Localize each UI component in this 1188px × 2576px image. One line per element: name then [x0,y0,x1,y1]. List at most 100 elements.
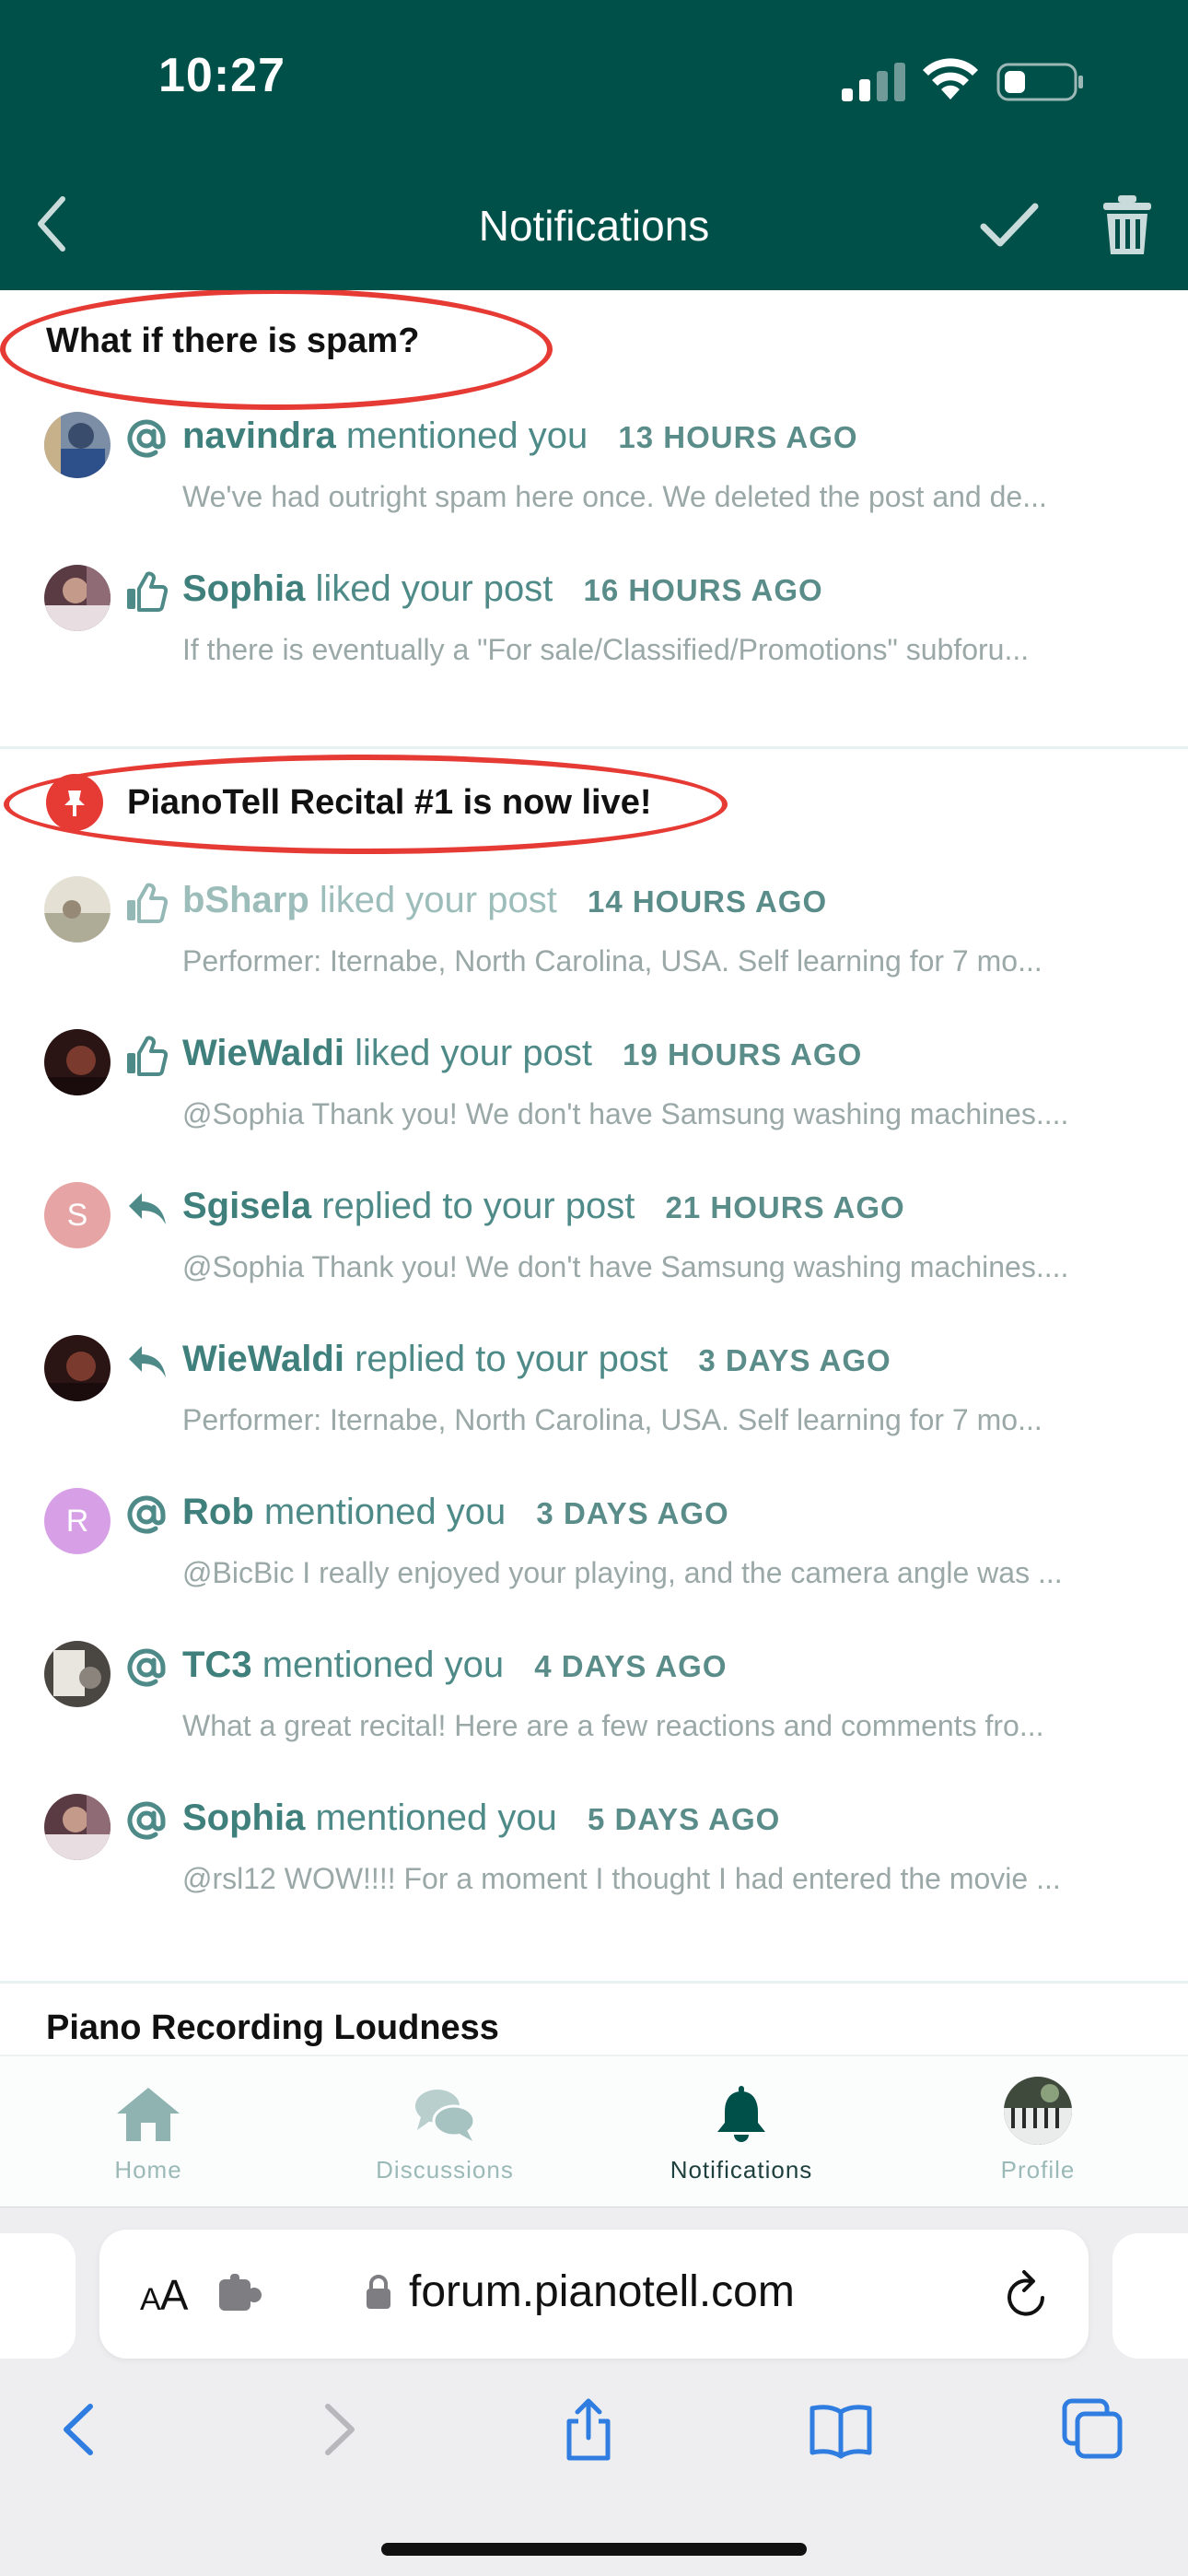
notification-item[interactable]: bSharp liked your post 14 HOURS AGO Perf… [0,856,1188,1009]
avatar [44,412,111,478]
reply-arrow-icon [129,1346,166,1377]
safari-toolbar: AA forum.pianotell.com [0,2207,1188,2576]
avatar: R [44,1488,111,1554]
at-mention-icon [127,419,166,458]
notification-action: mentioned you [262,1645,505,1685]
tab-discussions-label: Discussions [376,2156,514,2184]
notification-action: mentioned you [315,1797,557,1838]
at-mention-icon [127,1648,166,1687]
user-name: navindra [182,416,336,456]
post-excerpt: @Sophia Thank you! We don't have Samsung… [182,1250,1069,1283]
avatar [44,1641,111,1707]
thumbs-up-icon [127,1036,168,1076]
bookmarks-book-icon[interactable] [809,2397,873,2462]
tab-home[interactable]: Home [0,2056,297,2208]
notifications-list: What if there is spam? navindra mentione… [0,290,1188,2055]
timestamp: 16 HOURS AGO [583,573,823,607]
app-screen: 10:27 Notifications What if there is spa… [0,0,1188,2576]
post-excerpt: What a great recital! Here are a few rea… [182,1709,1044,1742]
group-title-text: What if there is spam? [46,321,420,360]
previous-tab-pill[interactable] [0,2233,76,2359]
post-excerpt: @Sophia Thank you! We don't have Samsung… [182,1097,1069,1130]
cellular-signal-icon [842,63,905,101]
timestamp: 19 HOURS AGO [623,1037,863,1071]
notification-item[interactable]: Sophia mentioned you 5 DAYS AGO @rsl12 W… [0,1774,1188,1926]
timestamp: 13 HOURS AGO [618,420,858,454]
reload-icon[interactable] [1004,2268,1052,2320]
mark-all-read-check-icon[interactable] [978,197,1041,252]
at-mention-icon [127,1801,166,1840]
notification-group: Piano Recording Loudness [0,1984,1188,2055]
browser-forward-icon[interactable] [306,2397,370,2462]
user-name: Rob [182,1492,254,1532]
avatar [44,1794,111,1860]
share-icon[interactable] [556,2397,621,2462]
post-excerpt: Performer: Iternabe, North Carolina, USA… [182,1403,1042,1436]
extension-puzzle-icon[interactable] [217,2274,265,2314]
tab-home-label: Home [114,2156,182,2184]
home-indicator [381,2543,807,2556]
notification-action: mentioned you [263,1492,507,1532]
timestamp: 3 DAYS AGO [698,1343,891,1377]
tabs-overview-icon[interactable] [1061,2397,1125,2462]
notification-item[interactable]: S Sgisela replied to your post 21 HOURS … [0,1162,1188,1315]
timestamp: 4 DAYS AGO [534,1649,728,1683]
timestamp: 21 HOURS AGO [665,1190,905,1224]
reader-text-size-button[interactable]: AA [140,2270,188,2320]
notification-item[interactable]: WieWaldi replied to your post 3 DAYS AGO… [0,1315,1188,1468]
notification-action: mentioned you [345,416,588,456]
group-title[interactable]: Piano Recording Loudness [0,1984,1188,2055]
notification-group: PianoTell Recital #1 is now live! bSharp… [0,749,1188,1984]
user-name: bSharp [182,880,309,920]
thumbs-up-icon [127,883,168,923]
post-excerpt: If there is eventually a "For sale/Class… [182,633,1030,666]
group-title[interactable]: What if there is spam? [0,290,1188,410]
notification-item[interactable]: WieWaldi liked your post 19 HOURS AGO @S… [0,1009,1188,1162]
battery-icon [996,63,1083,101]
group-title[interactable]: PianoTell Recital #1 is now live! [0,749,1188,856]
timestamp: 3 DAYS AGO [536,1496,729,1530]
user-name: WieWaldi [182,1033,344,1073]
trash-icon[interactable] [1101,193,1153,256]
notification-action: liked your post [355,1033,592,1073]
group-title-text: PianoTell Recital #1 is now live! [127,782,652,822]
tab-notifications[interactable]: Notifications [593,2056,890,2208]
avatar [44,565,111,631]
avatar [44,876,111,943]
post-excerpt: @BicBic I really enjoyed your playing, a… [182,1556,1063,1589]
url-text: forum.pianotell.com [409,2267,795,2316]
avatar-letter: R [65,1503,89,1539]
address-bar[interactable]: AA forum.pianotell.com [99,2230,1089,2359]
wifi-icon [923,58,978,100]
browser-back-icon[interactable] [48,2397,112,2462]
next-tab-pill[interactable] [1112,2233,1188,2359]
thumbs-up-icon [127,571,168,612]
home-icon [117,2088,180,2141]
post-excerpt: @rsl12 WOW!!!! For a moment I thought I … [182,1862,1061,1895]
user-name: WieWaldi [182,1339,344,1379]
status-time: 10:27 [158,49,285,102]
chat-bubbles-icon [415,2090,476,2141]
reply-arrow-icon [129,1193,166,1224]
notification-item[interactable]: TC3 mentioned you 4 DAYS AGO What a grea… [0,1621,1188,1774]
user-name: Sophia [182,1797,306,1838]
user-name: Sophia [182,568,306,609]
post-excerpt: We've had outright spam here once. We de… [182,480,1047,513]
pin-icon [46,774,103,831]
notification-item[interactable]: R Rob mentioned you 3 DAYS AGO @BicBic I… [0,1468,1188,1621]
notification-item[interactable]: navindra mentioned you 13 HOURS AGO We'v… [0,392,1188,544]
user-name: TC3 [182,1645,252,1685]
tab-profile[interactable]: Profile [890,2056,1186,2208]
avatar-letter: S [66,1197,88,1233]
profile-avatar [1004,2077,1072,2145]
notification-item[interactable]: Sophia liked your post 16 HOURS AGO If t… [0,544,1188,697]
timestamp: 14 HOURS AGO [587,884,828,919]
tab-discussions[interactable]: Discussions [297,2056,593,2208]
notification-action: replied to your post [355,1339,669,1379]
bottom-tab-bar: Home Discussions Notifications Profile [0,2055,1188,2207]
avatar [44,1335,111,1401]
notification-action: liked your post [319,880,557,920]
tab-profile-label: Profile [1000,2156,1076,2184]
app-header: 10:27 Notifications [0,0,1188,290]
at-mention-icon [127,1495,166,1534]
